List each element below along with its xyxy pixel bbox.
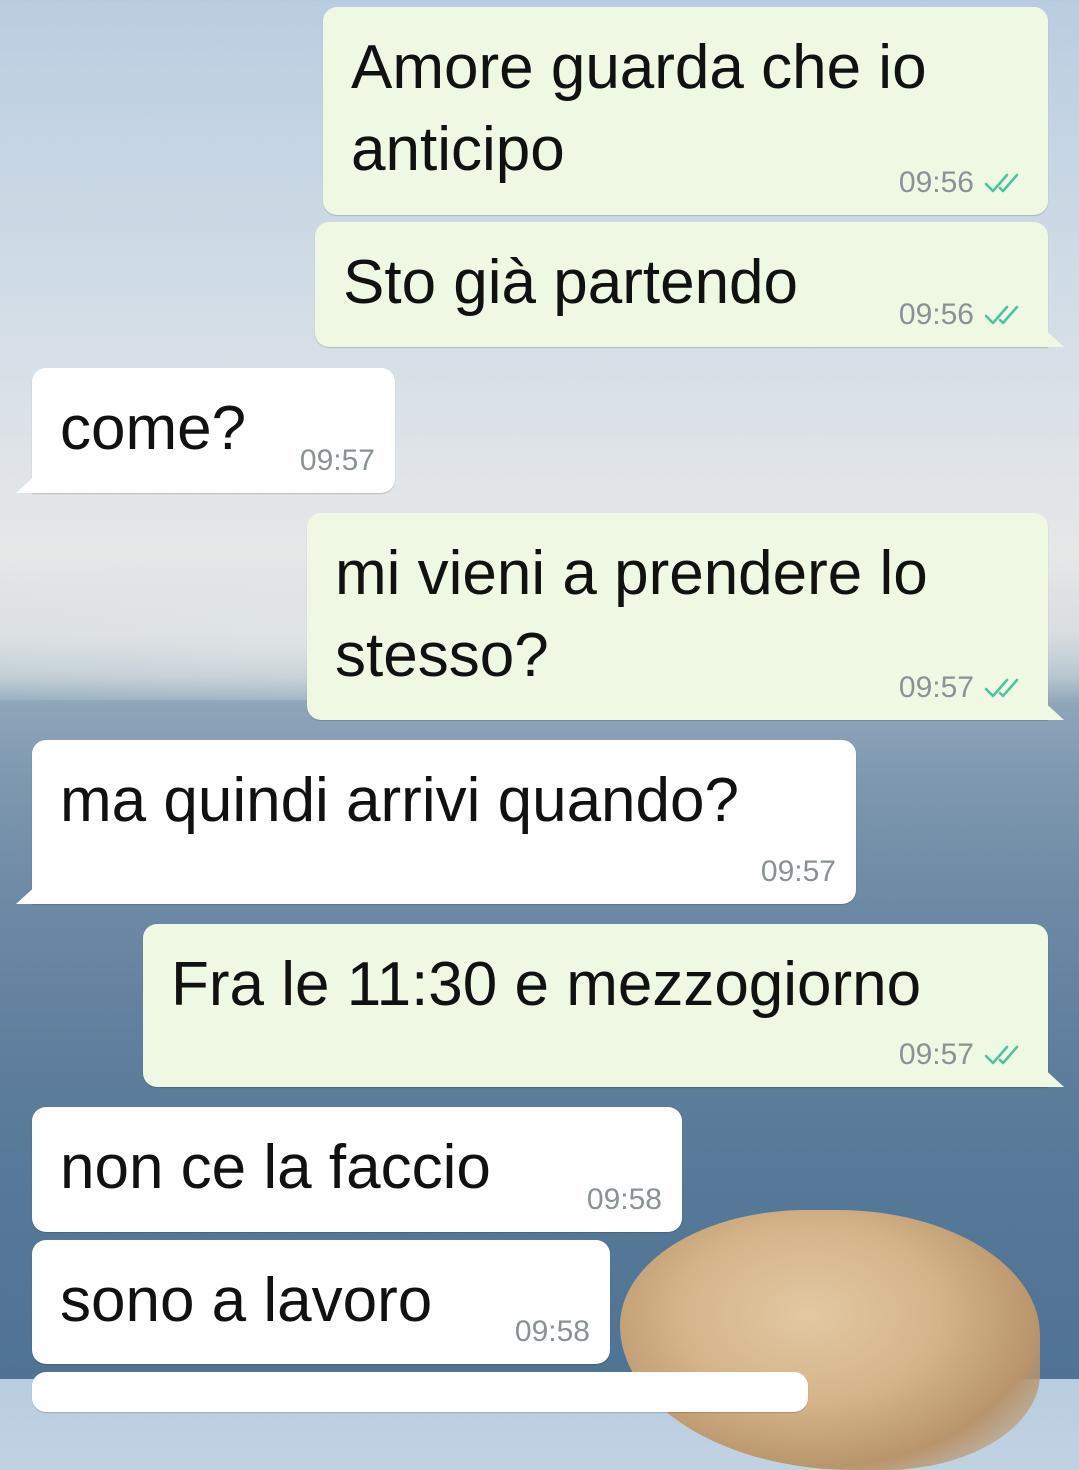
message-time: 09:56 xyxy=(898,166,974,199)
bubble-tail xyxy=(16,882,40,904)
message-bubble-outgoing[interactable]: Sto già partendo 09:56 xyxy=(315,222,1064,347)
message-bubble-outgoing[interactable]: Amore guarda che io anticipo 09:56 xyxy=(323,7,1048,215)
message-text: Fra le 11:30 e mezzogiorno xyxy=(171,950,922,1019)
bubble-tail xyxy=(1040,1065,1064,1087)
message-time: 09:57 xyxy=(760,855,836,888)
message-bubble-incoming[interactable]: ma quindi arrivi quando? 09:57 xyxy=(16,740,856,904)
bubble-tail xyxy=(16,471,40,493)
message-text: mi vieni a prendere lo stesso? xyxy=(335,539,928,690)
message-meta: 09:58 xyxy=(587,1182,662,1218)
message-meta: 09:57 xyxy=(899,670,1028,706)
message-text: Amore guarda che io anticipo xyxy=(351,33,927,184)
bubble-tail xyxy=(1040,325,1064,347)
double-check-icon xyxy=(984,305,1019,325)
message-bubble-incoming[interactable]: come? 09:57 xyxy=(16,368,395,493)
message-meta: 09:57 xyxy=(899,1037,1028,1073)
double-check-icon xyxy=(984,1045,1019,1065)
message-meta: 09:56 xyxy=(899,297,1028,333)
message-bubble-incoming-partial[interactable] xyxy=(32,1372,808,1412)
message-time: 09:56 xyxy=(898,298,974,331)
message-bubble-outgoing[interactable]: Fra le 11:30 e mezzogiorno 09:57 xyxy=(143,924,1064,1087)
message-text: ma quindi arrivi quando? xyxy=(60,766,739,835)
message-bubble-outgoing[interactable]: mi vieni a prendere lo stesso? 09:57 xyxy=(307,513,1064,720)
message-text: Sto già partendo xyxy=(343,248,799,317)
double-check-icon xyxy=(984,678,1019,698)
message-time: 09:58 xyxy=(586,1183,662,1216)
chat-background-rock xyxy=(620,1210,1040,1470)
message-meta: 09:57 xyxy=(300,443,375,479)
message-meta: 09:57 xyxy=(761,854,836,890)
message-meta: 09:56 xyxy=(899,165,1028,201)
message-time: 09:57 xyxy=(299,444,375,477)
message-text: sono a lavoro xyxy=(60,1266,433,1335)
message-time: 09:57 xyxy=(898,1038,974,1071)
message-bubble-incoming[interactable]: non ce la faccio 09:58 xyxy=(32,1107,682,1232)
message-time: 09:57 xyxy=(898,671,974,704)
message-text: non ce la faccio xyxy=(60,1133,491,1202)
message-text: come? xyxy=(60,394,247,463)
message-meta: 09:58 xyxy=(515,1314,590,1350)
double-check-icon xyxy=(984,173,1019,193)
message-bubble-incoming[interactable]: sono a lavoro 09:58 xyxy=(32,1240,610,1364)
message-time: 09:58 xyxy=(514,1315,590,1348)
bubble-tail xyxy=(1040,698,1064,720)
